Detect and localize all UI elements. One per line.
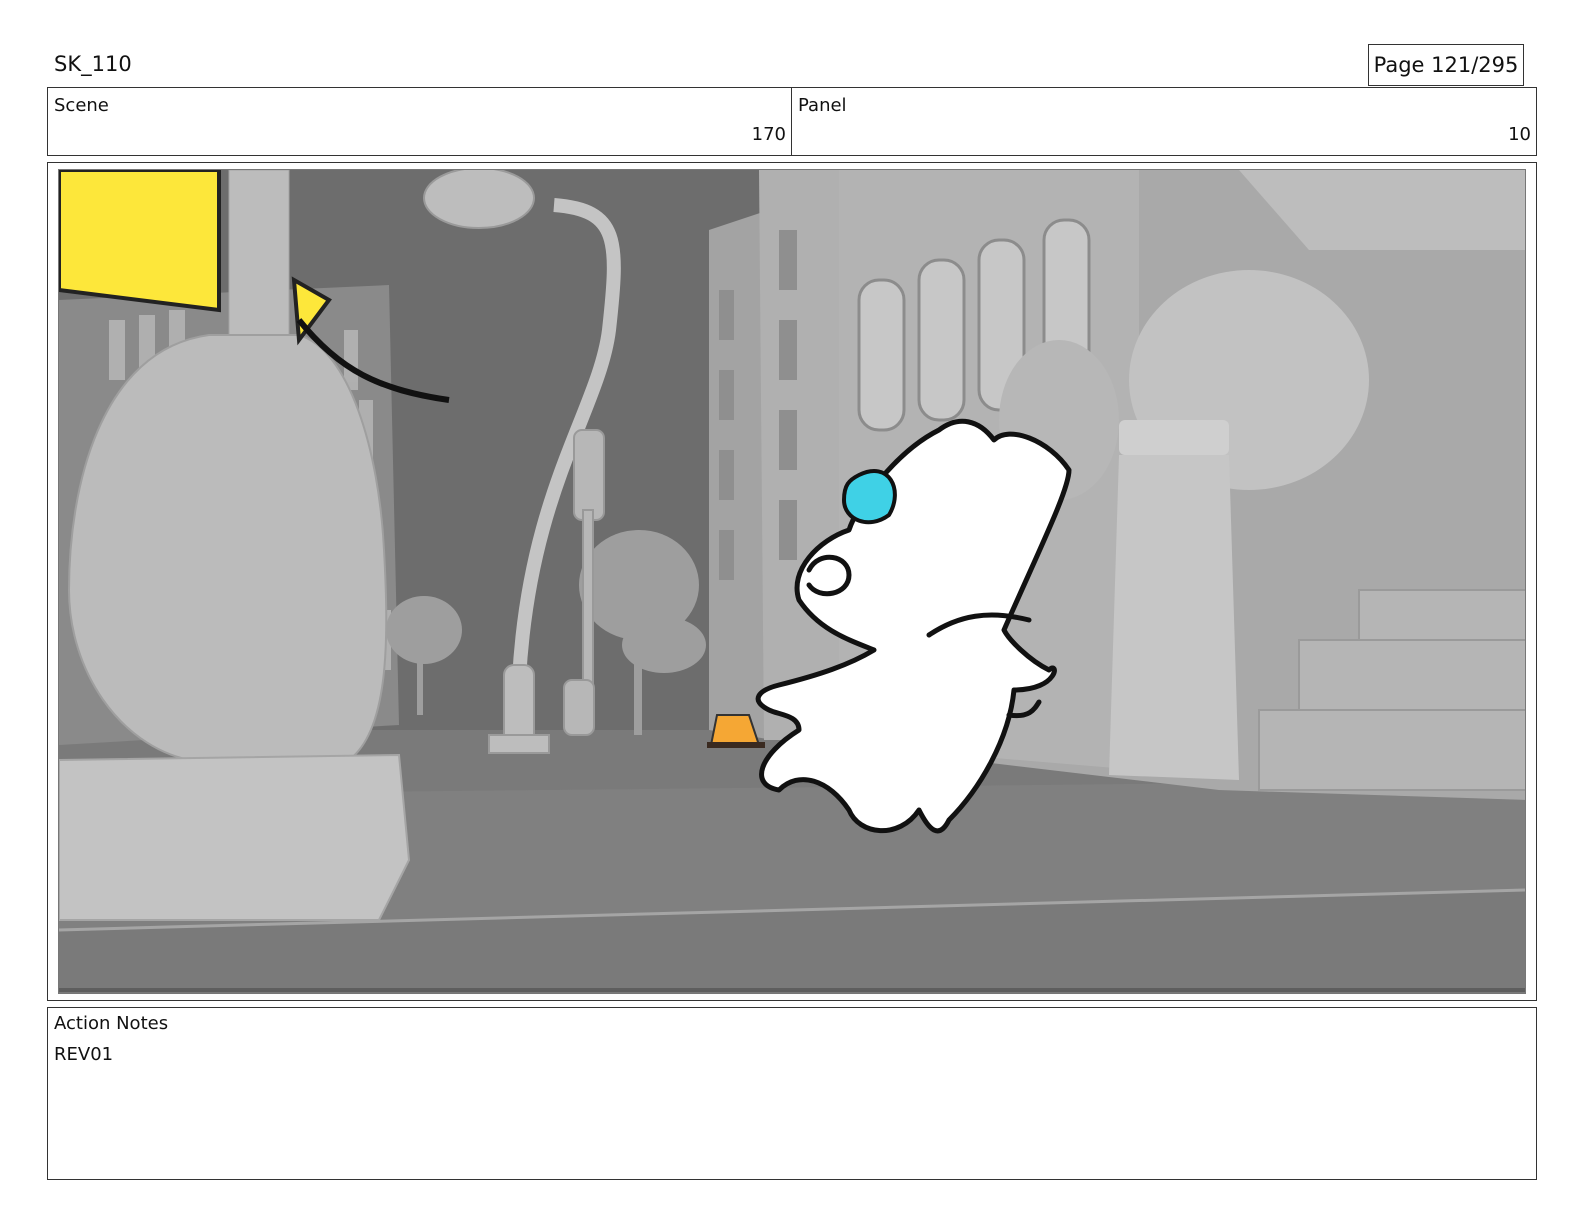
page-indicator: Page 121/295: [1368, 44, 1524, 86]
yellow-sign: [59, 170, 221, 313]
action-notes-label: Action Notes: [54, 1013, 169, 1034]
action-notes-box: [47, 1007, 1537, 1180]
storyboard-image: [58, 169, 1526, 994]
action-notes-text: REV01: [54, 1044, 114, 1065]
scene-label: Scene: [54, 95, 109, 116]
center-buildings: [709, 170, 859, 740]
stone-pillar: [1109, 455, 1239, 780]
scene-value: 170: [751, 124, 786, 145]
panel-label: Panel: [798, 95, 847, 116]
character-eye: [842, 469, 897, 525]
street-scene-illustration: [59, 170, 1525, 993]
post-base: [67, 334, 388, 761]
header-divider: [791, 87, 792, 156]
scene-panel-header: [47, 87, 1537, 156]
post-pedestal: [59, 753, 411, 921]
document-title: SK_110: [54, 52, 132, 76]
panel-value: 10: [1508, 124, 1531, 145]
